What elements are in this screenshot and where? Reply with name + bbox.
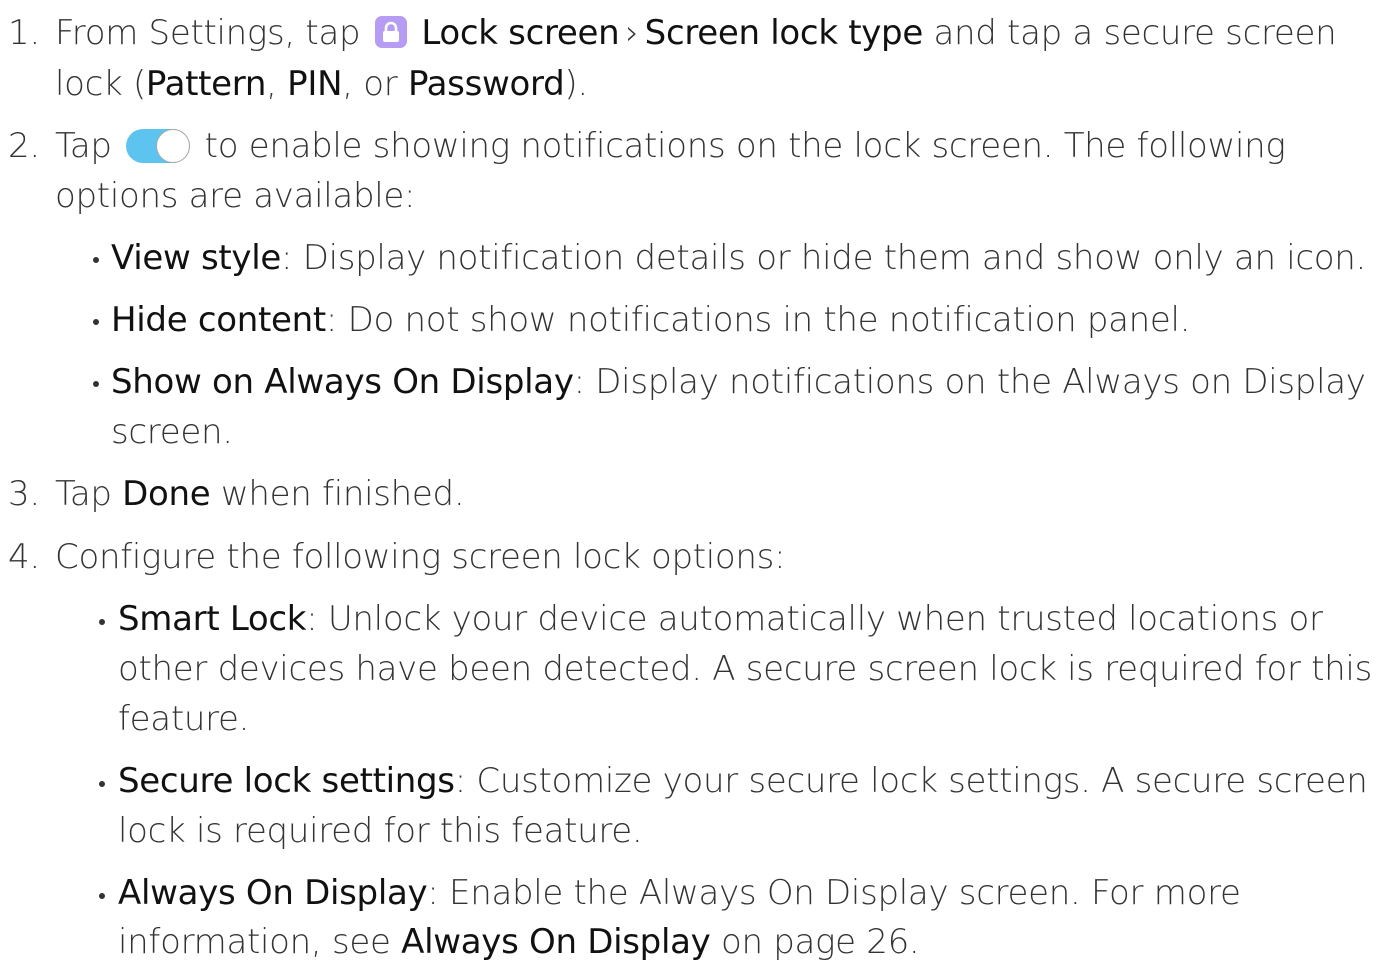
step-3-text: Tap	[55, 474, 123, 514]
step-2-line-2: options are available:	[55, 176, 416, 216]
bullet-always-on-display-cont: information, see Always On Display on pa…	[118, 920, 920, 964]
chevron-right-icon: ›	[625, 13, 639, 53]
hide-content-term: Hide content	[111, 300, 326, 340]
step-1-line-1: From Settings, tap Lock screen › Screen lo…	[55, 11, 1337, 55]
toggle-switch-icon	[126, 129, 191, 163]
bullet-secure-lock-settings: Secure lock settings: Customize your sec…	[118, 759, 1368, 803]
bullet-hide-content: Hide content: Do not show notifications …	[111, 298, 1191, 342]
bullet-icon	[93, 319, 99, 325]
step-1-text-cont: and tap a secure screen	[922, 13, 1337, 53]
always-on-display-text: : Enable the Always On Display screen. F…	[427, 873, 1241, 913]
step-2-number: 2.	[8, 126, 40, 166]
bullet-icon	[93, 257, 99, 263]
step-3-line: Tap Done when finished.	[55, 472, 465, 516]
step-1-line-2: lock (Pattern, PIN, or Password).	[55, 62, 588, 106]
lock-icon	[374, 16, 407, 48]
step-2-text: Tap	[55, 126, 123, 166]
step-1-number: 1.	[8, 13, 40, 53]
step-4-number: 4.	[8, 537, 40, 577]
show-on-aod-text: : Display notifications on the Always on…	[573, 362, 1366, 402]
bullet-secure-lock-settings-cont: lock is required for this feature.	[118, 811, 643, 851]
step-1-text-2e: , or	[342, 64, 408, 104]
bullet-show-on-aod-cont: screen.	[111, 412, 233, 452]
bullet-smart-lock-cont-2: feature.	[118, 699, 250, 739]
pattern-label: Pattern	[145, 64, 267, 104]
bullet-icon	[99, 781, 105, 787]
aod-page-ref: on page 26.	[710, 922, 920, 962]
smart-lock-term: Smart Lock	[118, 599, 307, 639]
pin-label: PIN	[287, 64, 343, 104]
always-on-display-link[interactable]: Always On Display	[401, 922, 711, 962]
step-1-text-2a: lock (	[55, 64, 146, 104]
bullet-smart-lock: Smart Lock: Unlock your device automatic…	[118, 597, 1323, 641]
bullet-smart-lock-cont: other devices have been detected. A secu…	[118, 649, 1372, 689]
hide-content-text: : Do not show notifications in the notif…	[325, 300, 1191, 340]
secure-lock-settings-text: : Customize your secure lock settings. A…	[454, 761, 1368, 801]
bullet-always-on-display: Always On Display: Enable the Always On …	[118, 871, 1241, 915]
always-on-display-term: Always On Display	[118, 873, 428, 913]
done-label: Done	[122, 474, 211, 514]
bullet-icon	[99, 619, 105, 625]
smart-lock-text: : Unlock your device automatically when …	[306, 599, 1323, 639]
show-on-aod-term: Show on Always On Display	[111, 362, 574, 402]
screen-lock-type-label: Screen lock type	[644, 13, 924, 53]
secure-lock-settings-term: Secure lock settings	[118, 761, 455, 801]
step-2-text-cont: to enable showing notifications on the l…	[194, 126, 1286, 166]
lock-screen-label: Lock screen	[421, 13, 620, 53]
step-3-number: 3.	[8, 474, 40, 514]
bullet-show-on-aod: Show on Always On Display: Display notif…	[111, 360, 1366, 404]
password-label: Password	[407, 64, 565, 104]
step-4-line: Configure the following screen lock opti…	[55, 537, 786, 577]
view-style-term: View style	[111, 238, 282, 278]
step-3-text-cont: when finished.	[210, 474, 465, 514]
step-1-text-2c: ,	[266, 64, 288, 104]
bullet-icon	[99, 893, 105, 899]
step-1-text: From Settings, tap	[55, 13, 371, 53]
aod-info-text: information, see	[118, 922, 402, 962]
view-style-text: : Display notification details or hide t…	[281, 238, 1366, 278]
step-2-line-1: Tap to enable showing notifications on t…	[55, 124, 1286, 168]
toggle-knob	[156, 129, 191, 163]
step-1-text-2g: ).	[564, 64, 588, 104]
bullet-view-style: View style: Display notification details…	[111, 236, 1366, 280]
bullet-icon	[93, 381, 99, 387]
